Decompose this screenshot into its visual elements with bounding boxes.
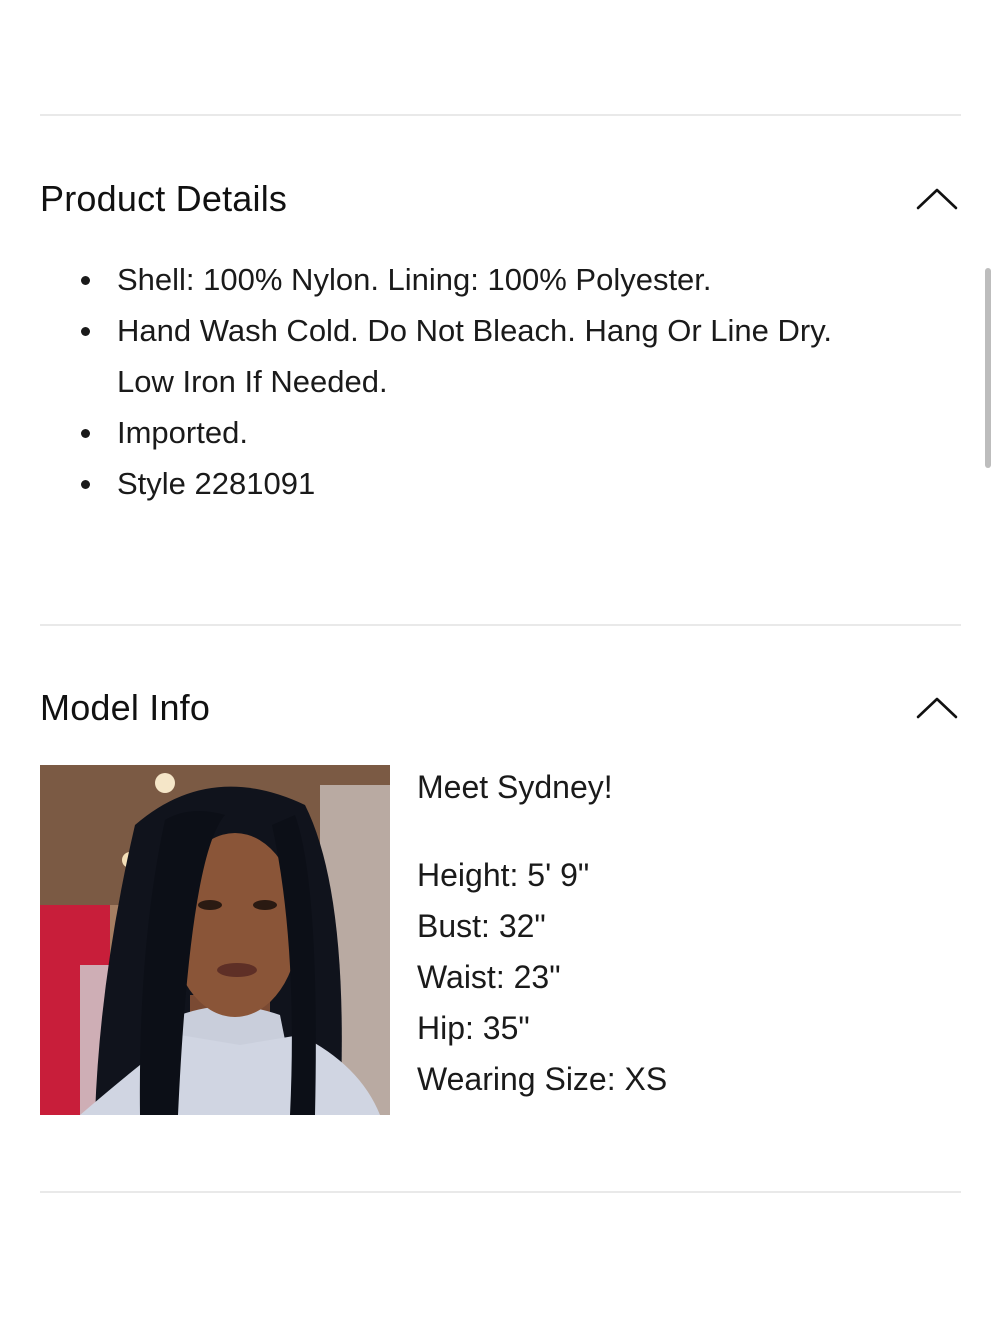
- model-wearing-size: Wearing Size: XS: [417, 1061, 668, 1097]
- model-info-details: Meet Sydney! Height: 5' 9" Bust: 32" Wai…: [417, 762, 937, 1105]
- list-item: Imported.: [78, 407, 948, 458]
- chevron-up-icon[interactable]: [915, 184, 959, 214]
- scrollbar[interactable]: [985, 268, 991, 468]
- model-photo: [40, 765, 390, 1115]
- chevron-up-icon[interactable]: [915, 693, 959, 723]
- model-waist: Waist: 23": [417, 959, 561, 995]
- bottom-divider: [40, 1191, 961, 1193]
- section-divider: [40, 624, 961, 626]
- product-details-list: Shell: 100% Nylon. Lining: 100% Polyeste…: [78, 254, 948, 509]
- top-divider: [40, 114, 961, 116]
- list-item: Shell: 100% Nylon. Lining: 100% Polyeste…: [78, 254, 948, 305]
- list-item: Hand Wash Cold. Do Not Bleach. Hang Or L…: [78, 305, 948, 407]
- product-details-header[interactable]: Product Details: [40, 174, 961, 224]
- model-greeting: Meet Sydney!: [417, 769, 613, 805]
- model-height: Height: 5' 9": [417, 857, 590, 893]
- model-info-title: Model Info: [40, 687, 211, 728]
- list-item: Style 2281091: [78, 458, 948, 509]
- model-info-header[interactable]: Model Info: [40, 683, 961, 733]
- model-hip: Hip: 35": [417, 1010, 530, 1046]
- product-details-title: Product Details: [40, 178, 288, 219]
- model-bust: Bust: 32": [417, 908, 546, 944]
